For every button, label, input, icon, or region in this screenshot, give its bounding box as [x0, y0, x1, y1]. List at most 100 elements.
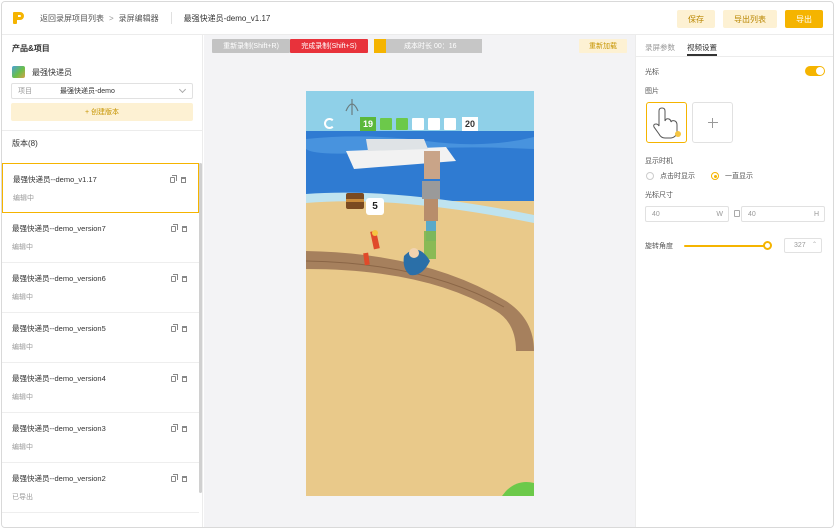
settings-tabs: 录屏参数 视频设置: [636, 35, 833, 57]
version-item[interactable]: 最强快递员--demo_version4 编辑中: [2, 363, 199, 413]
show-on-click-radio[interactable]: 点击时显示: [646, 171, 695, 181]
finish-recording-button[interactable]: 完成录制(Shift+S): [290, 39, 368, 53]
document-title: 最强快递员-demo_v1.17: [183, 13, 271, 23]
copy-icon[interactable]: [171, 324, 178, 332]
cursor-height-input[interactable]: 40 H: [741, 206, 825, 222]
game-preview[interactable]: 19 20 5: [306, 91, 534, 496]
image-label: 图片: [645, 88, 659, 95]
version-status: 已导出: [12, 494, 33, 501]
rotation-row: 旋转角度 327 ⌃: [636, 238, 833, 255]
rotation-value: 327: [794, 242, 806, 249]
progress-step: [428, 118, 440, 130]
version-item[interactable]: 最强快递员--demo_version2 已导出: [2, 463, 199, 513]
version-status: 编辑中: [12, 344, 33, 351]
add-image-button[interactable]: [692, 102, 733, 143]
version-name: 最强快递员--demo_version5: [12, 324, 106, 333]
game-hud: 19 20: [306, 115, 534, 135]
trash-icon[interactable]: [181, 177, 186, 183]
progress-step: [444, 118, 456, 130]
top-actions: 保存 导出列表 导出: [677, 10, 823, 28]
cursor-width-value: 40: [652, 210, 660, 218]
trash-icon[interactable]: [182, 276, 187, 282]
section-title: 产品&项目: [12, 44, 50, 53]
project-select-label: 项目: [18, 88, 32, 95]
show-always-label: 一直显示: [725, 173, 753, 180]
copy-icon[interactable]: [171, 474, 178, 482]
export-list-button[interactable]: 导出列表: [723, 10, 777, 28]
show-timing-label: 显示时机: [645, 158, 673, 165]
show-timing-row: 显示时机: [636, 156, 682, 166]
copy-icon[interactable]: [171, 424, 178, 432]
trash-icon[interactable]: [182, 376, 187, 382]
show-always-radio[interactable]: 一直显示: [711, 171, 753, 181]
rotation-slider-thumb[interactable]: [763, 241, 772, 250]
version-item[interactable]: 最强快递员--demo_version3 编辑中: [2, 413, 199, 463]
trash-icon[interactable]: [182, 326, 187, 332]
versions-title: 版本(8): [12, 139, 38, 148]
copy-icon[interactable]: [171, 374, 178, 382]
app-logo-icon[interactable]: [12, 11, 26, 25]
cursor-toggle[interactable]: [805, 66, 825, 76]
breadcrumb-current: 录屏编辑器: [118, 13, 159, 23]
save-button[interactable]: 保存: [677, 10, 715, 28]
version-item[interactable]: 最强快递员--demo_version5 编辑中: [2, 313, 199, 363]
rerecord-button[interactable]: 重新录制(Shift+R): [212, 39, 290, 53]
lock-icon[interactable]: [734, 210, 740, 217]
trash-icon[interactable]: [182, 476, 187, 482]
breadcrumb-back-link[interactable]: 返回录屏项目列表: [40, 13, 104, 24]
divider: [170, 12, 172, 24]
create-version-button[interactable]: + 创建版本: [11, 103, 193, 121]
export-button[interactable]: 导出: [785, 10, 823, 28]
preview-area: 重新录制(Shift+R) 完成录制(Shift+S) 成本时长 00：16 重…: [204, 35, 635, 527]
show-on-click-label: 点击时显示: [660, 173, 695, 180]
rotation-input[interactable]: 327 ⌃: [784, 238, 822, 253]
copy-icon[interactable]: [170, 175, 177, 183]
tab-video-settings[interactable]: 视频设置: [687, 35, 717, 56]
progress-step: [412, 118, 424, 130]
version-item[interactable]: 最强快递员--demo_version6 编辑中: [2, 263, 199, 313]
version-name: 最强快递员--demo_v1.17: [13, 175, 97, 184]
breadcrumb: 返回录屏项目列表 > 录屏编辑器: [40, 13, 159, 24]
project-select[interactable]: 项目 最强快递员-demo: [11, 83, 193, 99]
record-toolbar: 重新录制(Shift+R) 完成录制(Shift+S) 成本时长 00：16: [212, 39, 482, 53]
product-name: 最强快递员: [32, 67, 72, 77]
cursor-row: 光标: [636, 66, 833, 77]
version-status: 编辑中: [12, 394, 33, 401]
cursor-image-option[interactable]: [646, 102, 687, 143]
copy-icon[interactable]: [171, 224, 178, 232]
cursor-height-value: 40: [748, 210, 756, 218]
version-name: 最强快递员--demo_version7: [12, 224, 106, 233]
copy-icon[interactable]: [171, 274, 178, 282]
version-item[interactable]: 最强快递员--demo_v1.17 编辑中: [2, 163, 199, 213]
restart-icon[interactable]: [324, 118, 335, 129]
version-item[interactable]: 最强快递员--demo_version7 编辑中: [2, 213, 199, 263]
current-level: 19: [360, 117, 376, 131]
progress-step-complete: [380, 118, 392, 130]
left-panel: 产品&项目 最强快递员 项目 最强快递员-demo + 创建版本 版本(8) 最…: [2, 35, 203, 527]
cursor-width-input[interactable]: 40 W: [645, 206, 729, 222]
editor-window: 返回录屏项目列表 > 录屏编辑器 最强快递员-demo_v1.17 保存 导出列…: [1, 1, 834, 528]
stepper-icon[interactable]: ⌃: [812, 241, 817, 248]
tab-record-params[interactable]: 录屏参数: [645, 35, 675, 56]
cursor-size-inputs: 40 W 40 H: [645, 206, 825, 223]
cursor-size-row: 光标尺寸: [636, 190, 682, 200]
scrollbar[interactable]: [199, 163, 202, 493]
breadcrumb-separator-icon: >: [109, 13, 114, 23]
trash-icon[interactable]: [182, 226, 187, 232]
version-name: 最强快递员--demo_version4: [12, 374, 106, 383]
project-select-value: 最强快递员-demo: [60, 88, 115, 95]
version-name: 最强快递员--demo_version2: [12, 474, 106, 483]
progress-step-complete: [396, 118, 408, 130]
chevron-down-icon: [178, 85, 187, 94]
duration-display: 成本时长 00：16: [386, 39, 482, 53]
version-name: 最强快递员--demo_version6: [12, 274, 106, 283]
show-timing-options: 点击时显示 一直显示: [646, 171, 753, 181]
product-row: 最强快递员: [2, 62, 202, 83]
trash-icon[interactable]: [182, 426, 187, 432]
width-unit: W: [716, 210, 723, 218]
record-indicator: [374, 39, 386, 53]
version-name: 最强快递员--demo_version3: [12, 424, 106, 433]
rotation-slider-track[interactable]: [684, 245, 770, 247]
chest-counter: 5: [366, 198, 384, 215]
reload-button[interactable]: 重新加载: [579, 39, 627, 53]
